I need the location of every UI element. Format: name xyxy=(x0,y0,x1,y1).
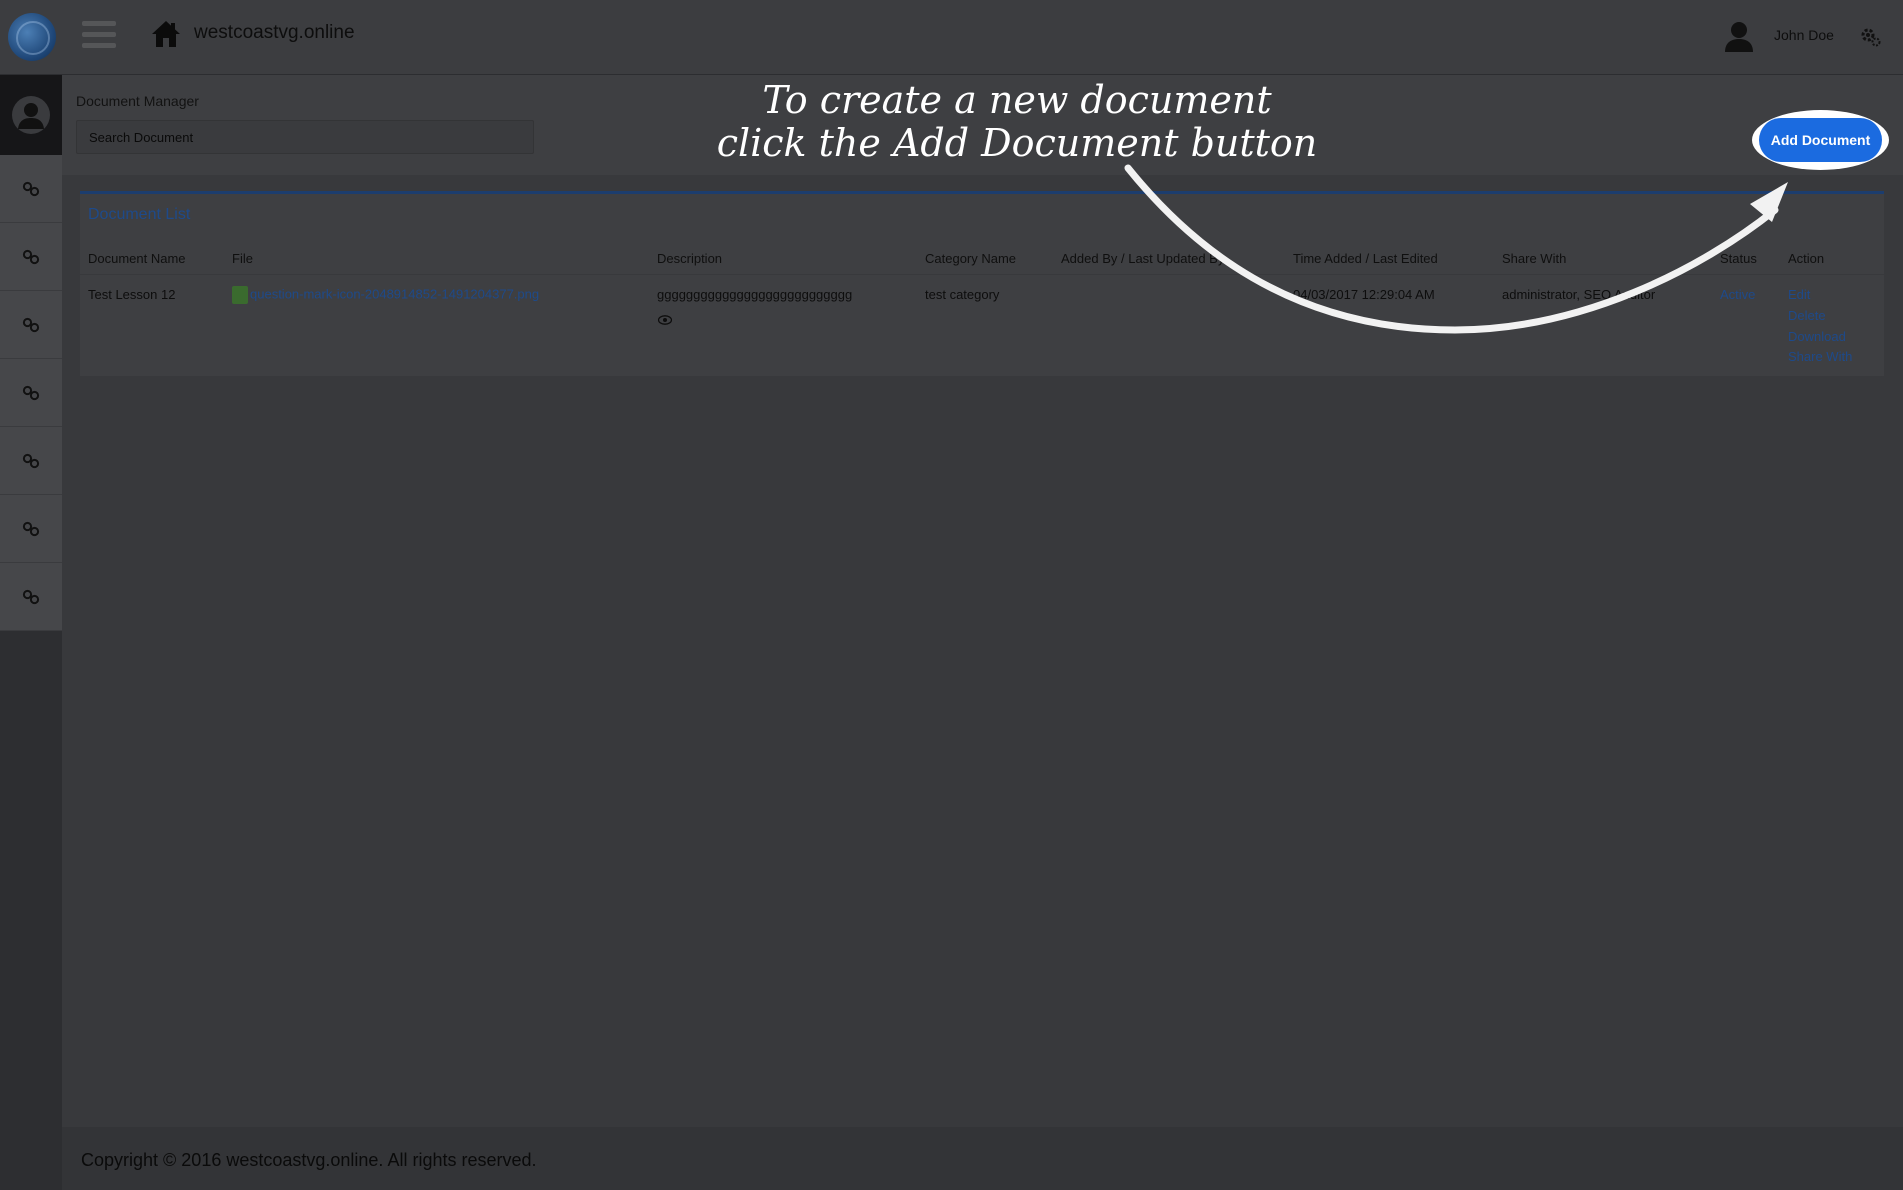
link-icon xyxy=(22,181,40,196)
sidebar xyxy=(0,75,62,1190)
sidebar-item-4[interactable] xyxy=(0,359,62,427)
sidebar-item-5[interactable] xyxy=(0,427,62,495)
sidebar-profile-avatar[interactable] xyxy=(0,75,62,155)
user-avatar-icon[interactable] xyxy=(1724,20,1754,52)
sidebar-item-6[interactable] xyxy=(0,495,62,563)
status-active-link[interactable]: Active xyxy=(1720,287,1755,302)
tutorial-arrow xyxy=(1124,164,1788,334)
settings-gear-icon[interactable] xyxy=(1860,26,1882,48)
file-link[interactable]: question-mark-icon-2048914852-1491204377… xyxy=(250,286,539,301)
search-document-input[interactable] xyxy=(76,120,534,154)
site-name[interactable]: westcoastvg.online xyxy=(194,22,355,44)
sidebar-item-3[interactable] xyxy=(0,291,62,359)
table-row: Test Lesson 12 question-mark-icon-204891… xyxy=(80,277,1884,377)
col-file[interactable]: File xyxy=(232,251,253,266)
page-header: Document Manager To create a new documen… xyxy=(62,75,1903,175)
sidebar-item-1[interactable] xyxy=(0,155,62,223)
globe-logo-icon[interactable] xyxy=(8,13,56,61)
cell-share-with: administrator, SEO Auditor xyxy=(1502,287,1656,302)
link-icon xyxy=(22,317,40,332)
view-eye-icon[interactable] xyxy=(658,315,672,325)
profile-avatar-icon xyxy=(12,96,50,134)
user-name[interactable]: John Doe xyxy=(1774,27,1834,43)
document-list-panel: Document List Document Name File Descrip… xyxy=(80,191,1884,376)
col-description[interactable]: Description xyxy=(657,251,722,266)
col-time-added[interactable]: Time Added / Last Edited xyxy=(1293,251,1438,266)
home-icon[interactable] xyxy=(150,18,182,50)
page-title: Document Manager xyxy=(76,93,199,109)
link-icon xyxy=(22,385,40,400)
file-thumbnail-icon xyxy=(232,286,248,304)
copyright-text: Copyright © 2016 westcoastvg.online. All… xyxy=(81,1150,537,1170)
action-share-with-link[interactable]: Share With xyxy=(1788,349,1852,364)
cell-file: question-mark-icon-2048914852-1491204377… xyxy=(232,286,539,304)
col-document-name[interactable]: Document Name xyxy=(88,251,186,266)
action-delete-link[interactable]: Delete xyxy=(1788,308,1826,323)
col-status[interactable]: Status xyxy=(1720,251,1757,266)
col-category-name[interactable]: Category Name xyxy=(925,251,1016,266)
action-edit-link[interactable]: Edit xyxy=(1788,287,1810,302)
link-icon xyxy=(22,589,40,604)
top-navbar: westcoastvg.online John Doe xyxy=(0,0,1903,75)
link-icon xyxy=(22,453,40,468)
footer: Copyright © 2016 westcoastvg.online. All… xyxy=(62,1127,1903,1190)
sidebar-item-2[interactable] xyxy=(0,223,62,291)
callout-line-2: click the Add Document button xyxy=(716,121,1318,165)
link-icon xyxy=(22,249,40,264)
col-share-with[interactable]: Share With xyxy=(1502,251,1566,266)
add-document-button[interactable]: Add Document xyxy=(1759,118,1882,162)
col-action: Action xyxy=(1788,251,1825,266)
panel-title: Document List xyxy=(88,206,191,223)
tutorial-callout: To create a new document click the Add D… xyxy=(662,79,1372,165)
col-added-by[interactable]: Added By / Last Updated By xyxy=(1061,251,1224,266)
link-icon xyxy=(22,521,40,536)
cell-category: test category xyxy=(925,287,1000,302)
callout-line-1: To create a new document xyxy=(762,78,1272,122)
cell-document-name: Test Lesson 12 xyxy=(88,287,176,302)
sidebar-item-7[interactable] xyxy=(0,563,62,631)
table-header: Document Name File Description Category … xyxy=(80,239,1884,275)
action-download-link[interactable]: Download xyxy=(1788,329,1846,344)
menu-toggle-icon[interactable] xyxy=(82,21,116,49)
cell-description: ggggggggggggggggggggggggggg xyxy=(657,287,853,302)
cell-time: 04/03/2017 12:29:04 AM xyxy=(1293,287,1435,302)
